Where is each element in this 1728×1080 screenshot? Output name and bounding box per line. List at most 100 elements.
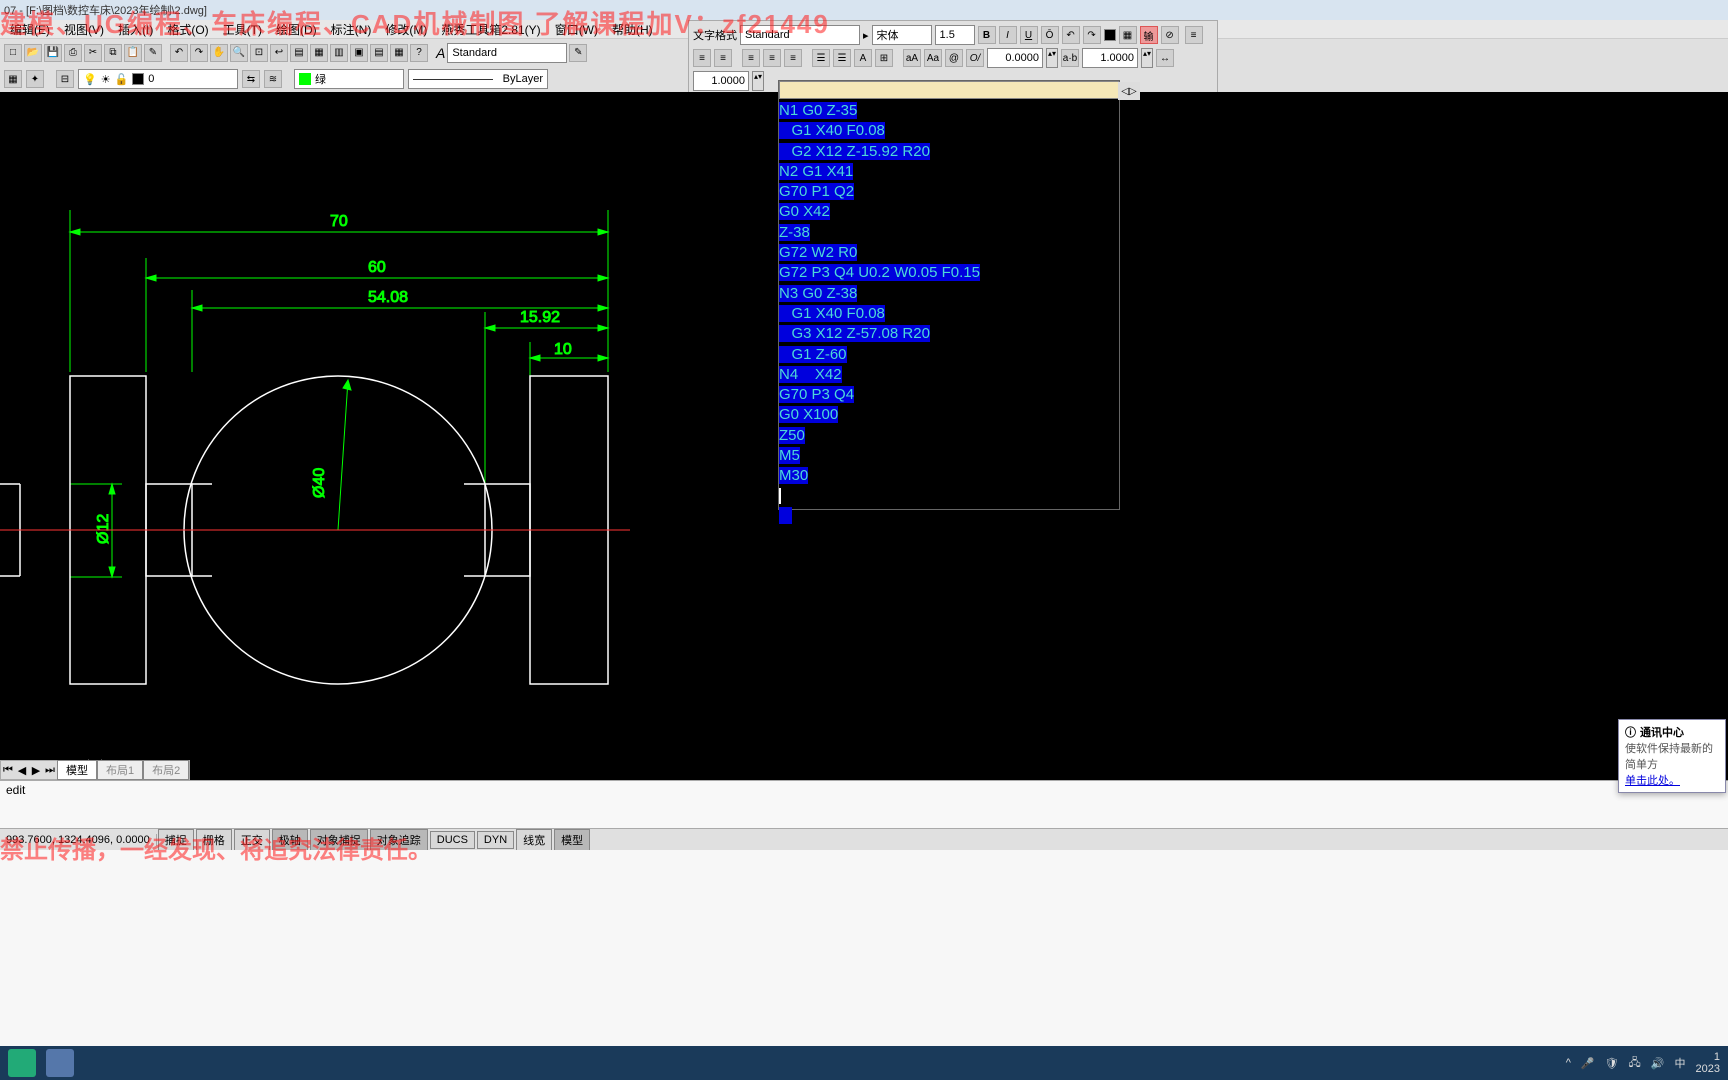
system-tray[interactable]: ^ 🎤 🛡 🖧 🔊 中 1 2023 xyxy=(1566,1051,1720,1075)
editor-ruler[interactable]: ◁▷ xyxy=(779,81,1119,99)
zoom-prev-btn[interactable]: ↩ xyxy=(270,44,288,62)
underline-btn[interactable]: U xyxy=(1020,26,1038,44)
tab-last[interactable]: ⏭ xyxy=(43,764,57,777)
dim-70: 70 xyxy=(330,213,348,230)
dc-btn[interactable]: ▦ xyxy=(310,44,328,62)
oblique-btn[interactable]: O/ xyxy=(966,49,984,67)
zoom-win-btn[interactable]: ⊡ xyxy=(250,44,268,62)
overline-btn[interactable]: Ō xyxy=(1041,26,1059,44)
color-swatch[interactable] xyxy=(1104,29,1116,41)
cut-btn[interactable]: ✂ xyxy=(84,44,102,62)
align-midright[interactable]: ≡ xyxy=(784,49,802,67)
uppercase-btn[interactable]: A xyxy=(854,49,872,67)
sun-icon: ☀ xyxy=(101,73,111,86)
dyn-btn[interactable]: DYN xyxy=(477,831,514,849)
align-midleft[interactable]: ≡ xyxy=(742,49,760,67)
dim-40: Ø40 xyxy=(311,468,328,498)
change-case-btn[interactable]: aA xyxy=(903,49,921,67)
pan-btn[interactable]: ✋ xyxy=(210,44,228,62)
match-btn[interactable]: ✎ xyxy=(144,44,162,62)
align-topcenter[interactable]: ≡ xyxy=(693,49,711,67)
tray-shield-icon[interactable]: 🛡 xyxy=(1605,1057,1619,1070)
italic-btn[interactable]: I xyxy=(999,26,1017,44)
ok-btn[interactable]: 输 xyxy=(1140,26,1158,44)
align-midcenter[interactable]: ≡ xyxy=(763,49,781,67)
modelspace-btn[interactable]: 模型 xyxy=(554,829,590,851)
tray-mic-icon[interactable]: 🎤 xyxy=(1581,1057,1595,1070)
text-height[interactable]: 1.5 xyxy=(935,25,975,45)
ducs-btn[interactable]: DUCS xyxy=(430,831,475,849)
gcode-text[interactable]: N1 G0 Z-35 G1 X40 F0.08 G2 X12 Z-15.92 R… xyxy=(779,99,1119,528)
layiso-btn[interactable]: ≋ xyxy=(264,70,282,88)
bold-btn[interactable]: B xyxy=(978,26,996,44)
taskbar[interactable]: ^ 🎤 🛡 🖧 🔊 中 1 2023 xyxy=(0,1046,1728,1080)
textstyle-icon: A xyxy=(436,45,445,61)
bullets-btn[interactable]: ☰ xyxy=(812,49,830,67)
markup-btn[interactable]: ▤ xyxy=(370,44,388,62)
ext2-btn[interactable]: ✦ xyxy=(26,70,44,88)
redo2-btn[interactable]: ↷ xyxy=(190,44,208,62)
spacing-spin[interactable]: ▴▾ xyxy=(752,71,764,91)
notif-link[interactable]: 单击此处。 xyxy=(1625,772,1719,788)
paste-btn[interactable]: 📋 xyxy=(124,44,142,62)
matchprop-btn[interactable]: ✎ xyxy=(569,44,587,62)
layer-select[interactable]: 💡 ☀ 🔓 0 xyxy=(78,69,238,89)
tab-prev[interactable]: ◀ xyxy=(15,764,29,777)
insert-field-btn[interactable]: ⊞ xyxy=(875,49,893,67)
font-select[interactable]: 宋体 xyxy=(872,25,932,45)
undo-btn[interactable]: ↶ xyxy=(1062,26,1080,44)
taskbar-app1[interactable] xyxy=(8,1049,36,1077)
tab-model[interactable]: 模型 xyxy=(57,760,97,780)
dim-5408: 54.08 xyxy=(368,289,408,306)
laymgr-btn[interactable]: ⊟ xyxy=(56,70,74,88)
style-select[interactable]: Standard xyxy=(447,43,567,63)
new-btn[interactable]: □ xyxy=(4,44,22,62)
zoom-rt-btn[interactable]: 🔍 xyxy=(230,44,248,62)
symbol-btn[interactable]: @ xyxy=(945,49,963,67)
props-btn[interactable]: ▤ xyxy=(290,44,308,62)
tray-chevron-icon[interactable]: ^ xyxy=(1566,1057,1571,1069)
print-btn[interactable]: ⎙ xyxy=(64,44,82,62)
layer-name: 0 xyxy=(148,73,154,85)
spacing-val[interactable]: 1.0000 xyxy=(693,71,749,91)
ruler-arrows[interactable]: ◁▷ xyxy=(1118,82,1140,100)
widthfactor-spin[interactable]: ▴▾ xyxy=(1141,48,1153,68)
lock-icon: 🔓 xyxy=(115,73,129,86)
widthfactor-val[interactable]: 1.0000 xyxy=(1082,48,1138,68)
tab-layout1[interactable]: 布局1 xyxy=(97,760,143,780)
tray-ime[interactable]: 中 xyxy=(1675,1055,1686,1071)
tray-net-icon[interactable]: 🖧 xyxy=(1629,1054,1641,1073)
spacing-icon: ↔ xyxy=(1156,49,1174,67)
copy-btn[interactable]: ⧉ xyxy=(104,44,122,62)
tab-first[interactable]: ⏮ xyxy=(1,764,15,777)
align-topright[interactable]: ≡ xyxy=(714,49,732,67)
tool-pal-btn[interactable]: ▥ xyxy=(330,44,348,62)
help-btn[interactable]: ? xyxy=(410,44,428,62)
sheet-btn[interactable]: ▣ xyxy=(350,44,368,62)
calc-btn[interactable]: ▦ xyxy=(390,44,408,62)
redo-btn[interactable]: ↷ xyxy=(1083,26,1101,44)
layprev-btn[interactable]: ⇆ xyxy=(242,70,260,88)
font-prefix: ▸ xyxy=(863,29,869,42)
tray-vol-icon[interactable]: 🔊 xyxy=(1651,1057,1665,1070)
command-line[interactable]: edit xyxy=(0,780,1728,828)
taskbar-app2[interactable] xyxy=(46,1049,74,1077)
linetype-select[interactable]: ByLayer xyxy=(408,69,548,89)
opts-btn[interactable]: ⊘ xyxy=(1161,26,1179,44)
color-select[interactable]: 绿 xyxy=(294,69,404,89)
numbers-btn[interactable]: ☰ xyxy=(833,49,851,67)
tab-next[interactable]: ▶ xyxy=(29,764,43,777)
tracking-spin[interactable]: ▴▾ xyxy=(1046,48,1058,68)
lwt-btn[interactable]: 线宽 xyxy=(516,829,552,851)
ruler-btn[interactable]: ▦ xyxy=(1119,26,1137,44)
align-topleft[interactable]: ≡ xyxy=(1185,26,1203,44)
text-editor[interactable]: ◁▷ N1 G0 Z-35 G1 X40 F0.08 G2 X12 Z-15.9… xyxy=(778,80,1120,510)
open-btn[interactable]: 📂 xyxy=(24,44,42,62)
autocaps-btn[interactable]: Aa xyxy=(924,49,942,67)
undo2-btn[interactable]: ↶ xyxy=(170,44,188,62)
tracking-val[interactable]: 0.0000 xyxy=(987,48,1043,68)
ext1-btn[interactable]: ▦ xyxy=(4,70,22,88)
notification-popup[interactable]: ⓘ通讯中心 使软件保持最新的简单方 单击此处。 xyxy=(1618,719,1726,793)
save-btn[interactable]: 💾 xyxy=(44,44,62,62)
tab-layout2[interactable]: 布局2 xyxy=(143,760,189,780)
